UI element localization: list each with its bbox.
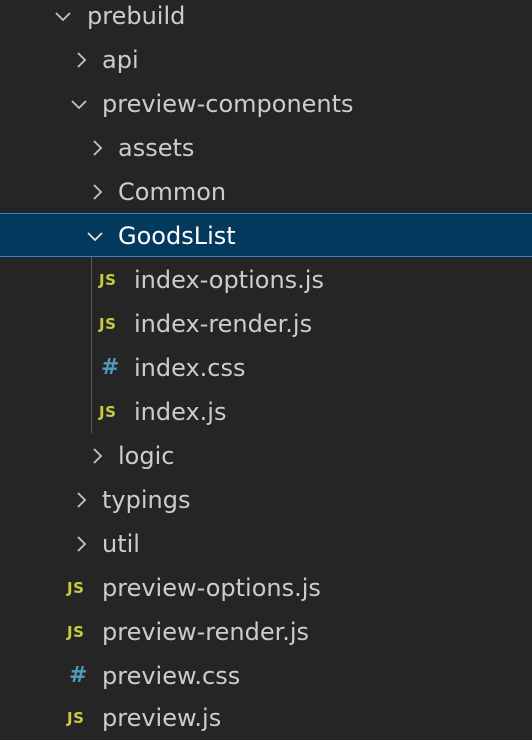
tree-item-api[interactable]: api bbox=[0, 38, 532, 82]
tree-item-label: preview-options.js bbox=[102, 574, 321, 602]
javascript-file-icon: JS bbox=[67, 623, 85, 641]
chevron-right-icon bbox=[84, 170, 110, 214]
javascript-file-icon: JS bbox=[67, 709, 85, 727]
tree-item-preview-options-js[interactable]: JS preview-options.js bbox=[0, 566, 532, 610]
tree-item-label: preview.css bbox=[102, 662, 241, 690]
javascript-file-icon: JS bbox=[99, 271, 117, 289]
chevron-down-icon bbox=[66, 82, 92, 126]
tree-item-preview-css[interactable]: # preview.css bbox=[0, 654, 532, 698]
tree-item-index-options-js[interactable]: JS index-options.js bbox=[0, 258, 532, 302]
chevron-right-icon bbox=[68, 38, 94, 82]
tree-item-common[interactable]: Common bbox=[0, 170, 532, 214]
css-file-icon: # bbox=[69, 663, 88, 688]
tree-item-label: index-options.js bbox=[134, 266, 324, 294]
tree-item-label: util bbox=[102, 530, 140, 558]
chevron-right-icon bbox=[68, 478, 94, 522]
tree-item-index-js[interactable]: JS index.js bbox=[0, 390, 532, 434]
tree-item-util[interactable]: util bbox=[0, 522, 532, 566]
tree-item-logic[interactable]: logic bbox=[0, 434, 532, 478]
tree-item-label: preview-components bbox=[102, 90, 354, 118]
tree-item-assets[interactable]: assets bbox=[0, 126, 532, 170]
tree-item-label: preview.js bbox=[102, 704, 222, 732]
tree-item-preview-render-js[interactable]: JS preview-render.js bbox=[0, 610, 532, 654]
tree-item-goodslist[interactable]: GoodsList bbox=[0, 213, 532, 257]
tree-item-label: prebuild bbox=[87, 2, 186, 30]
tree-item-index-css[interactable]: # index.css bbox=[0, 346, 532, 390]
tree-item-label: index.css bbox=[134, 354, 246, 382]
chevron-right-icon bbox=[68, 522, 94, 566]
tree-item-index-render-js[interactable]: JS index-render.js bbox=[0, 302, 532, 346]
tree-item-preview-js[interactable]: JS preview.js bbox=[0, 696, 532, 740]
file-explorer: prebuild api preview-components assets C… bbox=[0, 0, 532, 740]
tree-item-label: index-render.js bbox=[134, 310, 313, 338]
chevron-down-icon bbox=[82, 214, 108, 258]
javascript-file-icon: JS bbox=[99, 403, 117, 421]
css-file-icon: # bbox=[101, 355, 120, 380]
tree-item-label: logic bbox=[118, 442, 175, 470]
tree-item-label: typings bbox=[102, 486, 191, 514]
tree-item-label: index.js bbox=[134, 398, 227, 426]
tree-item-label: api bbox=[102, 46, 139, 74]
tree-item-preview-components[interactable]: preview-components bbox=[0, 82, 532, 126]
chevron-right-icon bbox=[84, 126, 110, 170]
tree-item-prebuild[interactable]: prebuild bbox=[0, 0, 532, 38]
tree-item-label: Common bbox=[118, 178, 227, 206]
tree-item-label: GoodsList bbox=[118, 222, 236, 250]
javascript-file-icon: JS bbox=[99, 315, 117, 333]
javascript-file-icon: JS bbox=[67, 579, 85, 597]
chevron-right-icon bbox=[84, 434, 110, 478]
tree-item-typings[interactable]: typings bbox=[0, 478, 532, 522]
chevron-down-icon bbox=[50, 0, 76, 38]
tree-item-label: preview-render.js bbox=[102, 618, 310, 646]
tree-item-label: assets bbox=[118, 134, 195, 162]
